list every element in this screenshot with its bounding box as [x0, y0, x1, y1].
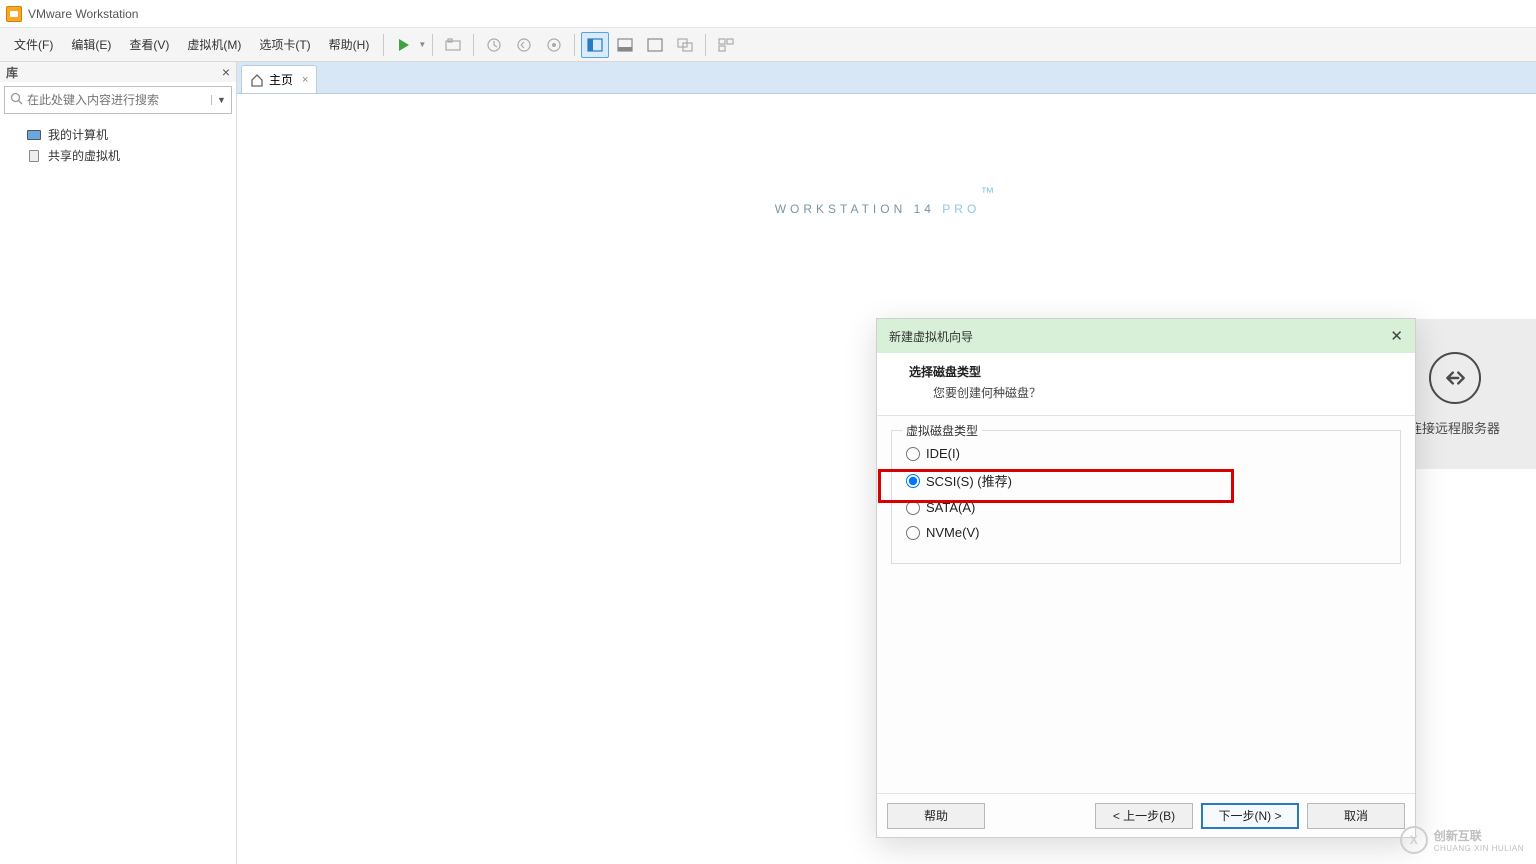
search-dropdown-icon[interactable]: ▼: [211, 95, 231, 105]
main-area: 主页 × WORKSTATION 14 PRO™ 连接远程服务器 新建虚拟机向导…: [237, 62, 1536, 864]
tile-label: 连接远程服务器: [1409, 418, 1500, 437]
back-button[interactable]: < 上一步(B): [1095, 803, 1193, 829]
watermark: X 创新互联 CHUANG XIN HULIAN: [1400, 826, 1524, 854]
sidebar: 库 × ▼ 我的计算机 共享的虚拟机: [0, 62, 237, 864]
menu-file[interactable]: 文件(F): [6, 32, 61, 57]
dialog-title: 新建虚拟机向导: [889, 328, 973, 345]
menu-bar: 文件(F) 编辑(E) 查看(V) 虚拟机(M) 选项卡(T) 帮助(H) ▼: [0, 28, 1536, 62]
separator: [383, 34, 384, 56]
tree-item-my-computer[interactable]: 我的计算机: [4, 124, 232, 145]
radio-sata-label: SATA(A): [926, 500, 975, 515]
dialog-titlebar[interactable]: 新建虚拟机向导 ✕: [877, 319, 1415, 353]
tab-home[interactable]: 主页 ×: [241, 65, 317, 93]
separator: [705, 34, 706, 56]
search-icon: [5, 92, 27, 108]
search-input[interactable]: [27, 93, 211, 107]
snapshot-take-icon[interactable]: [480, 32, 508, 58]
menu-help[interactable]: 帮助(H): [321, 32, 378, 57]
cancel-button[interactable]: 取消: [1307, 803, 1405, 829]
screenshot-icon[interactable]: [439, 32, 467, 58]
view-unity-icon[interactable]: [671, 32, 699, 58]
product-name: WORKSTATION 14: [775, 202, 943, 216]
product-title: WORKSTATION 14 PRO™: [237, 184, 1536, 221]
sidebar-header: 库 ×: [0, 62, 236, 82]
radio-nvme-label: NVMe(V): [926, 525, 979, 540]
dialog-body: 虚拟磁盘类型 IDE(I) SCSI(S) (推荐) SATA(A): [877, 416, 1415, 793]
watermark-subtext: CHUANG XIN HULIAN: [1434, 844, 1524, 853]
snapshot-revert-icon[interactable]: [510, 32, 538, 58]
product-edition: PRO: [942, 202, 980, 216]
sidebar-tree: 我的计算机 共享的虚拟机: [0, 118, 236, 172]
home-icon: [250, 73, 264, 87]
connect-remote-icon: [1429, 352, 1481, 404]
tree-item-label: 我的计算机: [48, 126, 108, 143]
dialog-heading: 选择磁盘类型: [909, 363, 1391, 380]
monitor-icon: [26, 129, 42, 141]
new-vm-wizard-dialog: 新建虚拟机向导 ✕ 选择磁盘类型 您要创建何种磁盘？ 虚拟磁盘类型 IDE(I): [876, 318, 1416, 838]
separator: [432, 34, 433, 56]
tab-close-icon[interactable]: ×: [302, 74, 308, 86]
tree-item-shared-vms[interactable]: 共享的虚拟机: [4, 145, 232, 166]
tab-label: 主页: [269, 71, 293, 88]
radio-scsi[interactable]: SCSI(S) (推荐): [904, 466, 1388, 495]
fieldset-legend: 虚拟磁盘类型: [902, 422, 982, 439]
play-icon[interactable]: [390, 32, 418, 58]
help-button[interactable]: 帮助: [887, 803, 985, 829]
radio-sata-input[interactable]: [906, 501, 920, 515]
sidebar-title: 库: [6, 64, 18, 81]
play-dropdown-icon[interactable]: ▼: [418, 40, 426, 49]
tab-strip: 主页 ×: [237, 62, 1536, 94]
radio-ide-label: IDE(I): [926, 446, 960, 461]
radio-nvme-input[interactable]: [906, 526, 920, 540]
separator: [473, 34, 474, 56]
view-thumbnail-icon[interactable]: [611, 32, 639, 58]
disk-type-fieldset: 虚拟磁盘类型 IDE(I) SCSI(S) (推荐) SATA(A): [891, 430, 1401, 564]
radio-ide[interactable]: IDE(I): [904, 441, 1388, 466]
radio-nvme[interactable]: NVMe(V): [904, 520, 1388, 545]
radio-scsi-input[interactable]: [906, 474, 920, 488]
sidebar-close-icon[interactable]: ×: [222, 64, 230, 80]
dialog-subheading: 您要创建何种磁盘？: [933, 384, 1391, 401]
sidebar-search[interactable]: ▼: [4, 86, 232, 114]
trademark-symbol: ™: [980, 184, 998, 200]
radio-ide-input[interactable]: [906, 447, 920, 461]
app-title: VMware Workstation: [28, 7, 138, 21]
menu-view[interactable]: 查看(V): [121, 32, 177, 57]
menu-edit[interactable]: 编辑(E): [63, 32, 119, 57]
next-button[interactable]: 下一步(N) >: [1201, 803, 1299, 829]
watermark-logo-icon: X: [1400, 826, 1428, 854]
view-console-icon[interactable]: [581, 32, 609, 58]
title-bar: VMware Workstation: [0, 0, 1536, 28]
dialog-close-icon[interactable]: ✕: [1390, 327, 1403, 345]
shared-icon: [26, 150, 42, 162]
radio-sata[interactable]: SATA(A): [904, 495, 1388, 520]
menu-vm[interactable]: 虚拟机(M): [179, 32, 249, 57]
watermark-text: 创新互联: [1434, 827, 1524, 844]
view-library-icon[interactable]: [712, 32, 740, 58]
view-fullscreen-icon[interactable]: [641, 32, 669, 58]
menu-tabs[interactable]: 选项卡(T): [251, 32, 318, 57]
dialog-header: 选择磁盘类型 您要创建何种磁盘？: [877, 353, 1415, 416]
dialog-footer: 帮助 < 上一步(B) 下一步(N) > 取消: [877, 793, 1415, 837]
tree-item-label: 共享的虚拟机: [48, 147, 120, 164]
radio-scsi-label: SCSI(S) (推荐): [926, 471, 1012, 490]
separator: [574, 34, 575, 56]
app-icon: [6, 6, 22, 22]
snapshot-manager-icon[interactable]: [540, 32, 568, 58]
welcome-screen: WORKSTATION 14 PRO™ 连接远程服务器 新建虚拟机向导 ✕ 选择…: [237, 94, 1536, 864]
